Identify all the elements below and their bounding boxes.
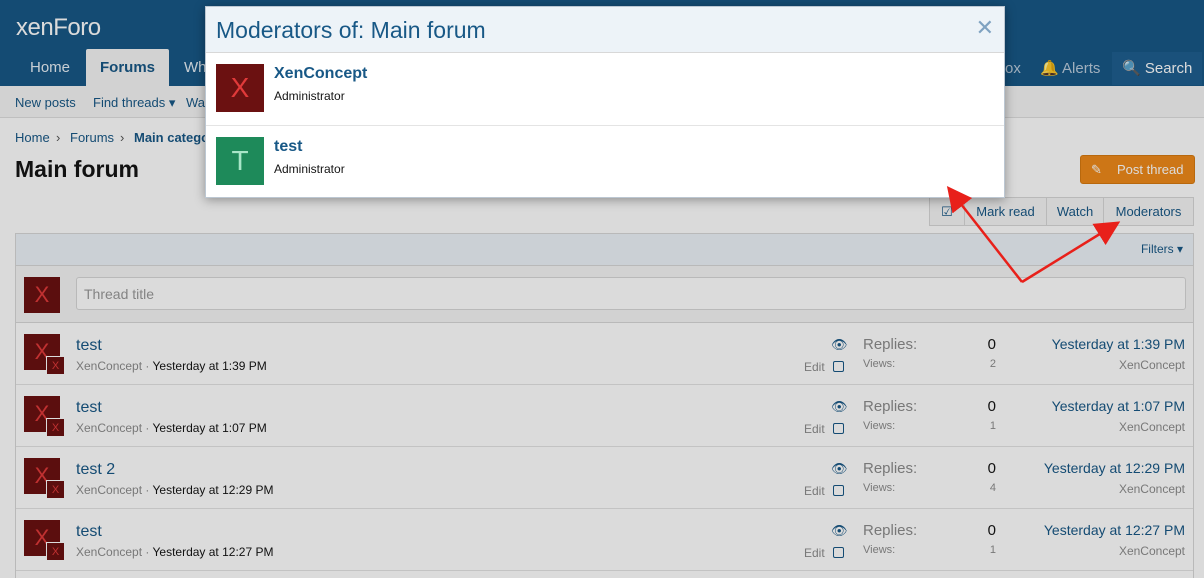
moderator-avatar[interactable]: X: [216, 64, 264, 112]
moderator-name[interactable]: XenConcept: [274, 65, 367, 83]
moderator-name[interactable]: test: [274, 138, 302, 156]
moderators-modal: Moderators of: Main forum ✕ X XenConcept…: [205, 6, 1005, 198]
modal-title: Moderators of: Main forum: [216, 17, 486, 43]
moderator-item: X XenConcept Administrator: [206, 53, 1004, 126]
moderator-role: Administrator: [274, 89, 345, 103]
moderator-avatar[interactable]: T: [216, 137, 264, 185]
modal-header: Moderators of: Main forum ✕: [206, 7, 1004, 53]
moderator-item: T test Administrator: [206, 126, 1004, 199]
close-icon[interactable]: ✕: [976, 16, 994, 41]
moderator-role: Administrator: [274, 162, 345, 176]
